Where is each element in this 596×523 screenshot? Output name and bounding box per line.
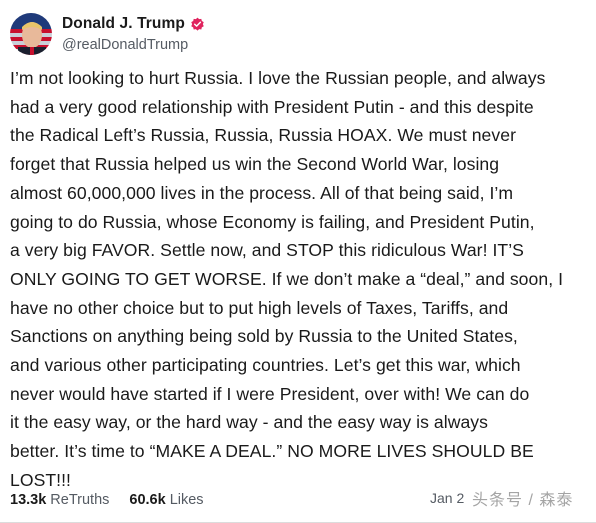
- author-names: Donald J. Trump @realDonaldTrump: [62, 15, 205, 53]
- author-handle[interactable]: @realDonaldTrump: [62, 37, 205, 53]
- retruths-label: ReTruths: [50, 492, 110, 508]
- post-body-line: better. It’s time to “MAKE A DEAL.” NO M…: [10, 441, 534, 462]
- post-body-line: the Radical Left’s Russia, Russia, Russi…: [10, 125, 516, 146]
- post-body-line: it the easy way, or the hard way - and t…: [10, 412, 488, 433]
- likes-label: Likes: [169, 492, 204, 508]
- post-body-line: forget that Russia helped us win the Sec…: [10, 154, 500, 175]
- post-date[interactable]: Jan 2: [430, 490, 464, 506]
- avatar[interactable]: [10, 13, 52, 55]
- truth-post: Donald J. Trump @realDonaldTrump I’m not…: [0, 0, 596, 523]
- verified-badge-icon: [191, 17, 204, 31]
- retruths-stat[interactable]: 13.3k ReTruths: [10, 492, 109, 508]
- post-body-line: never would have started if I were Presi…: [10, 383, 530, 404]
- post-body-line: going to do Russia, whose Economy is fai…: [10, 211, 535, 232]
- post-body-line: Sanctions on anything being sold by Russ…: [10, 326, 518, 347]
- post-header: Donald J. Trump @realDonaldTrump: [10, 10, 205, 58]
- watermark: 头条号 / 森泰: [472, 492, 574, 509]
- likes-count: 60.6k: [129, 492, 166, 508]
- likes-stat[interactable]: 60.6k Likes: [129, 492, 203, 508]
- post-body-line: a very big FAVOR. Settle now, and STOP t…: [10, 240, 524, 261]
- post-body-line: almost 60,000,000 lives in the process. …: [10, 182, 514, 203]
- post-body-line: I’m not looking to hurt Russia. I love t…: [10, 68, 546, 88]
- post-body-line: have no other choice but to put high lev…: [10, 297, 509, 318]
- post-body: I’m not looking to hurt Russia. I love t…: [10, 64, 590, 495]
- author-display-name[interactable]: Donald J. Trump: [62, 15, 185, 33]
- post-body-line: and various other participating countrie…: [10, 355, 521, 376]
- post-body-line: ONLY GOING TO GET WORSE. If we don’t mak…: [10, 268, 564, 289]
- retruths-count: 13.3k: [10, 492, 47, 508]
- avatar-image: [10, 13, 52, 55]
- post-body-line: had a very good relationship with Presid…: [10, 96, 534, 117]
